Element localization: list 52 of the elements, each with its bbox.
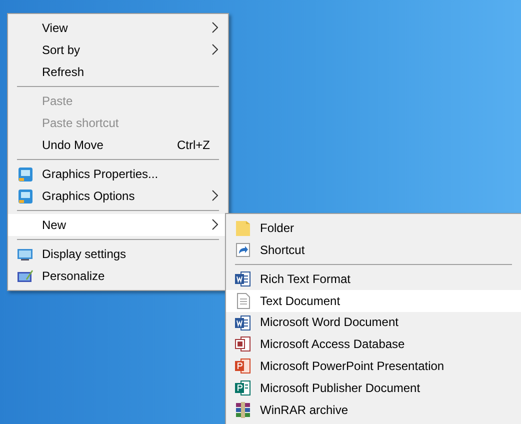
- publisher-file-icon: [235, 380, 251, 396]
- menu-item[interactable]: Microsoft Publisher Document: [226, 377, 521, 400]
- menu-item-label: View: [42, 20, 68, 37]
- menu-item-label: Display settings: [42, 246, 126, 263]
- menu-item[interactable]: Display settings: [8, 243, 228, 265]
- menu-item-label: Microsoft PowerPoint Presentation: [260, 358, 444, 376]
- menu-item-label: Shortcut: [260, 242, 305, 259]
- presentation-file-icon: [235, 358, 251, 374]
- text-file-icon: [236, 292, 250, 309]
- menu-item-label: Microsoft Publisher Document: [260, 380, 420, 398]
- menu-item[interactable]: View: [8, 17, 228, 39]
- stacked-books-icon: [235, 402, 251, 418]
- menu-item-label: WinRAR archive: [260, 402, 348, 420]
- menu-item[interactable]: Sort by: [8, 39, 228, 61]
- menu-item[interactable]: Graphics Properties...: [8, 163, 228, 185]
- document-icon: [235, 270, 251, 287]
- menu-item-label: Graphics Properties...: [42, 166, 158, 183]
- display-icon: [17, 248, 33, 260]
- menu-item-label: Paste: [42, 93, 73, 110]
- menu-item[interactable]: Microsoft Access Database: [226, 333, 521, 356]
- graphics-monitor-icon: [18, 188, 32, 204]
- menu-item-label: Microsoft Access Database: [260, 336, 405, 354]
- menu-item-label: Folder: [260, 220, 294, 237]
- shortcut-arrow-icon: [236, 242, 250, 257]
- shortcut-hint: Ctrl+Z: [177, 137, 210, 154]
- menu-item-label: Paste shortcut: [42, 115, 119, 132]
- menu-item[interactable]: Microsoft PowerPoint Presentation: [226, 355, 521, 378]
- menu-item[interactable]: Text Document: [226, 290, 521, 312]
- menu-item[interactable]: Microsoft Word Document: [226, 312, 521, 334]
- menu-item[interactable]: Graphics Options: [8, 185, 228, 207]
- menu-item-label: Microsoft Word Document: [260, 314, 398, 332]
- menu-item[interactable]: Rich Text Format: [226, 268, 521, 290]
- menu-item-label: Graphics Options: [42, 188, 135, 205]
- menu-item-label: Personalize: [42, 268, 105, 285]
- menu-item-label: New: [42, 217, 66, 234]
- brush-screen-icon: [17, 269, 33, 283]
- menu-item-label: Rich Text Format: [260, 270, 350, 288]
- menu-item[interactable]: Folder: [226, 217, 521, 239]
- menu-item-label: Sort by: [42, 42, 80, 59]
- menu-item[interactable]: Personalize: [8, 265, 228, 287]
- menu-item[interactable]: Shortcut: [226, 238, 521, 261]
- database-file-icon: [235, 336, 251, 352]
- menu-item-label: Text Document: [260, 292, 340, 310]
- menu-item-label: Refresh: [42, 64, 84, 81]
- graphics-monitor-icon: [18, 166, 32, 182]
- folder-icon: [236, 220, 250, 236]
- menu-item[interactable]: New: [8, 214, 228, 236]
- menu-item[interactable]: WinRAR archive: [226, 399, 521, 421]
- menu-item[interactable]: Refresh: [8, 61, 228, 83]
- document-icon: [235, 314, 251, 331]
- menu-item-label: Undo Move: [42, 137, 104, 154]
- menu-item[interactable]: Undo Move Ctrl+Z: [8, 134, 228, 156]
